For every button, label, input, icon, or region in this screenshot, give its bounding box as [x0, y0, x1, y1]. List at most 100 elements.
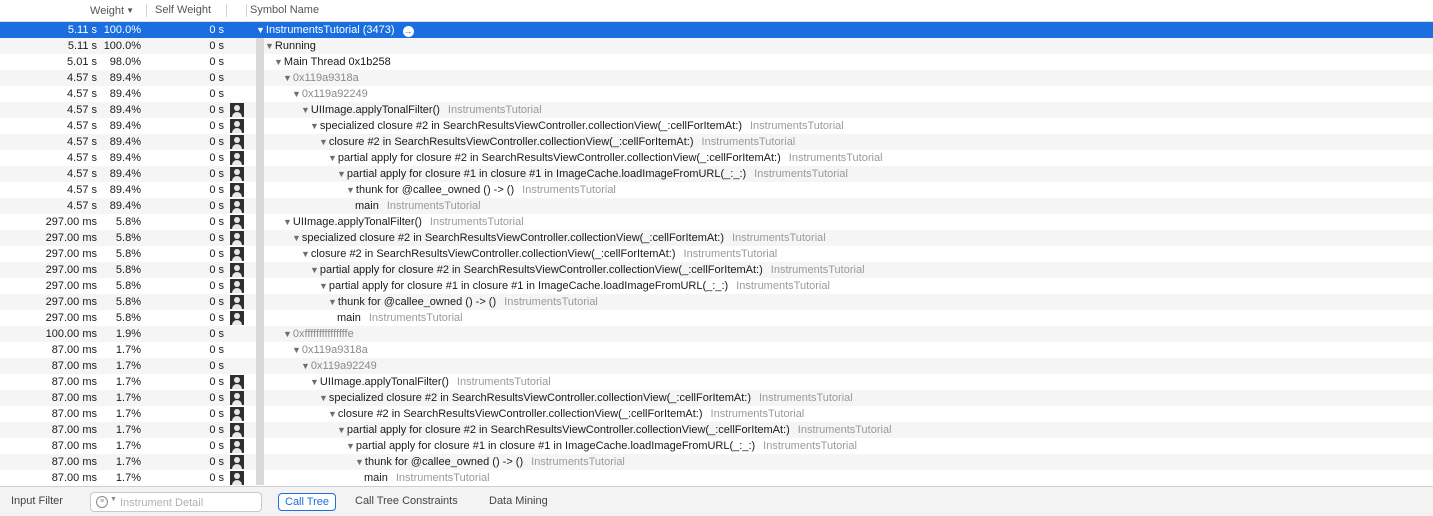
column-divider[interactable] [226, 4, 227, 17]
tree-gutter [256, 230, 264, 246]
table-row[interactable]: 297.00 ms 5.8% 0 s ▼closure #2 in SearchRes… [0, 246, 1433, 262]
tree-gutter [256, 150, 264, 166]
disclosure-triangle-icon[interactable]: ▼ [274, 54, 283, 70]
table-row[interactable]: 87.00 ms 1.7% 0 s ▼UIImage.applyTonalFilter… [0, 374, 1433, 390]
self-weight-cell: 0 s [209, 24, 224, 36]
table-row[interactable]: 87.00 ms 1.7% 0 s ▼thunk for @callee_owned … [0, 454, 1433, 470]
tree-gutter [256, 390, 264, 406]
disclosure-triangle-icon[interactable]: ▼ [319, 390, 328, 406]
table-row[interactable]: 87.00 ms 1.7% 0 s main InstrumentsTutorial [0, 470, 1433, 485]
symbol-cell: ▼specialized closure #2 in SearchResults… [292, 230, 826, 246]
table-row[interactable]: 4.57 s 89.4% 0 s main InstrumentsTutorial [0, 198, 1433, 214]
disclosure-triangle-icon[interactable]: ▼ [301, 358, 310, 374]
disclosure-triangle-icon[interactable]: ▼ [292, 230, 301, 246]
disclosure-triangle-icon[interactable]: ▼ [301, 246, 310, 262]
table-row[interactable]: 87.00 ms 1.7% 0 s ▼closure #2 in SearchResu… [0, 406, 1433, 422]
table-row[interactable]: 297.00 ms 5.8% 0 s ▼UIImage.applyTonalFilte… [0, 214, 1433, 230]
symbol-name: 0x119a9318a [301, 344, 368, 356]
call-tree-table: 5.11 s 100.0% 0 s ▼InstrumentsTutorial (347… [0, 22, 1433, 485]
symbol-name-column-header[interactable]: Symbol Name [250, 0, 319, 21]
disclosure-triangle-icon[interactable]: ▼ [310, 118, 319, 134]
self-weight-cell: 0 s [209, 328, 224, 340]
self-weight-cell: 0 s [209, 120, 224, 132]
instrument-detail-input[interactable] [118, 494, 260, 511]
table-row[interactable]: 87.00 ms 1.7% 0 s ▼partial apply for closur… [0, 438, 1433, 454]
weight-percent-cell: 89.4% [109, 88, 141, 100]
disclosure-triangle-icon[interactable]: ▼ [319, 278, 328, 294]
disclosure-triangle-icon[interactable]: ▼ [283, 326, 292, 342]
table-row[interactable]: 4.57 s 89.4% 0 s ▼UIImage.applyTonalFilter(… [0, 102, 1433, 118]
table-row[interactable]: 87.00 ms 1.7% 0 s ▼0x119a92249 [0, 358, 1433, 374]
weight-time-cell: 4.57 s [67, 168, 97, 180]
filter-icon[interactable]: ≡ [96, 496, 108, 508]
self-weight-cell: 0 s [209, 72, 224, 84]
disclosure-triangle-icon[interactable]: ▼ [292, 86, 301, 102]
weight-time-cell: 297.00 ms [45, 216, 97, 228]
library-name: InstrumentsTutorial [710, 408, 805, 420]
disclosure-triangle-icon[interactable]: ▼ [355, 454, 364, 470]
disclosure-triangle-icon[interactable]: ▼ [310, 262, 319, 278]
table-row[interactable]: 87.00 ms 1.7% 0 s ▼partial apply for closur… [0, 422, 1433, 438]
weight-time-cell: 297.00 ms [45, 280, 97, 292]
table-row[interactable]: 87.00 ms 1.7% 0 s ▼specialized closure #2 i… [0, 390, 1433, 406]
library-name: InstrumentsTutorial [731, 232, 826, 244]
weight-percent-cell: 5.8% [115, 216, 141, 228]
disclosure-triangle-icon[interactable]: ▼ [319, 134, 328, 150]
input-filter-label[interactable]: Input Filter [11, 495, 63, 507]
disclosure-triangle-icon[interactable]: ▼ [292, 342, 301, 358]
table-row[interactable]: 4.57 s 89.4% 0 s ▼closure #2 in SearchResul… [0, 134, 1433, 150]
table-row[interactable]: 297.00 ms 5.8% 0 s ▼thunk for @callee_owned… [0, 294, 1433, 310]
table-row[interactable]: 297.00 ms 5.8% 0 s main InstrumentsTutorial [0, 310, 1433, 326]
table-row[interactable]: 297.00 ms 5.8% 0 s ▼partial apply for closu… [0, 278, 1433, 294]
symbol-name: partial apply for closure #2 in SearchRe… [319, 264, 763, 276]
weight-percent-cell: 5.8% [115, 312, 141, 324]
weight-percent-cell: 89.4% [109, 184, 141, 196]
disclosure-triangle-icon[interactable]: ▼ [283, 70, 292, 86]
table-row[interactable]: 297.00 ms 5.8% 0 s ▼partial apply for closu… [0, 262, 1433, 278]
table-row[interactable]: 4.57 s 89.4% 0 s ▼thunk for @callee_owned (… [0, 182, 1433, 198]
tab-data-mining[interactable]: Data Mining [489, 492, 548, 510]
table-row[interactable]: 4.57 s 89.4% 0 s ▼partial apply for closure… [0, 150, 1433, 166]
self-weight-cell: 0 s [209, 184, 224, 196]
symbol-name: partial apply for closure #1 in closure … [346, 168, 747, 180]
table-row[interactable]: 5.01 s 98.0% 0 s ▼Main Thread 0x1b258 [0, 54, 1433, 70]
tab-call-tree-constraints[interactable]: Call Tree Constraints [355, 492, 458, 510]
self-weight-column-header[interactable]: Self Weight [155, 0, 211, 21]
table-row[interactable]: 4.57 s 89.4% 0 s ▼0x119a92249 [0, 86, 1433, 102]
table-row[interactable]: 5.11 s 100.0% 0 s ▼Running [0, 38, 1433, 54]
table-row[interactable]: 5.11 s 100.0% 0 s ▼InstrumentsTutorial (347… [0, 22, 1433, 38]
symbol-name: 0xfffffffffffffffe [292, 328, 354, 340]
disclosure-triangle-icon[interactable]: ▼ [337, 422, 346, 438]
self-weight-cell: 0 s [209, 392, 224, 404]
disclosure-triangle-icon[interactable]: ▼ [328, 294, 337, 310]
symbol-name: UIImage.applyTonalFilter() [292, 216, 422, 228]
weight-percent-cell: 89.4% [109, 104, 141, 116]
table-row[interactable]: 297.00 ms 5.8% 0 s ▼specialized closure #2 … [0, 230, 1433, 246]
disclosure-triangle-icon[interactable]: ▼ [310, 374, 319, 390]
arrow-circle-right-icon[interactable]: → [402, 26, 414, 37]
table-row[interactable]: 87.00 ms 1.7% 0 s ▼0x119a9318a [0, 342, 1433, 358]
disclosure-triangle-icon[interactable]: ▼ [301, 102, 310, 118]
tree-gutter [256, 166, 264, 182]
disclosure-triangle-icon[interactable]: ▼ [346, 438, 355, 454]
column-divider[interactable] [246, 4, 247, 17]
tab-call-tree[interactable]: Call Tree [278, 493, 337, 511]
disclosure-triangle-icon[interactable]: ▼ [283, 214, 292, 230]
tree-gutter [256, 262, 264, 278]
table-row[interactable]: 4.57 s 89.4% 0 s ▼0x119a9318a [0, 70, 1433, 86]
disclosure-triangle-icon[interactable]: ▼ [256, 22, 265, 38]
table-row[interactable]: 4.57 s 89.4% 0 s ▼specialized closure #2 in… [0, 118, 1433, 134]
tree-gutter [256, 182, 264, 198]
table-row[interactable]: 100.00 ms 1.9% 0 s ▼0xfffffffffffffffe [0, 326, 1433, 342]
disclosure-triangle-icon[interactable]: ▼ [346, 182, 355, 198]
disclosure-triangle-icon[interactable]: ▼ [328, 150, 337, 166]
library-name: InstrumentsTutorial [683, 248, 778, 260]
weight-column-header[interactable]: Weight ▼ [0, 0, 134, 21]
disclosure-triangle-icon[interactable]: ▼ [328, 406, 337, 422]
column-divider[interactable] [146, 4, 147, 17]
instrument-detail-search[interactable]: ≡ ▼ [90, 492, 262, 512]
table-row[interactable]: 4.57 s 89.4% 0 s ▼partial apply for closure… [0, 166, 1433, 182]
chevron-down-icon[interactable]: ▼ [110, 496, 117, 503]
disclosure-triangle-icon[interactable]: ▼ [337, 166, 346, 182]
disclosure-triangle-icon[interactable]: ▼ [265, 38, 274, 54]
